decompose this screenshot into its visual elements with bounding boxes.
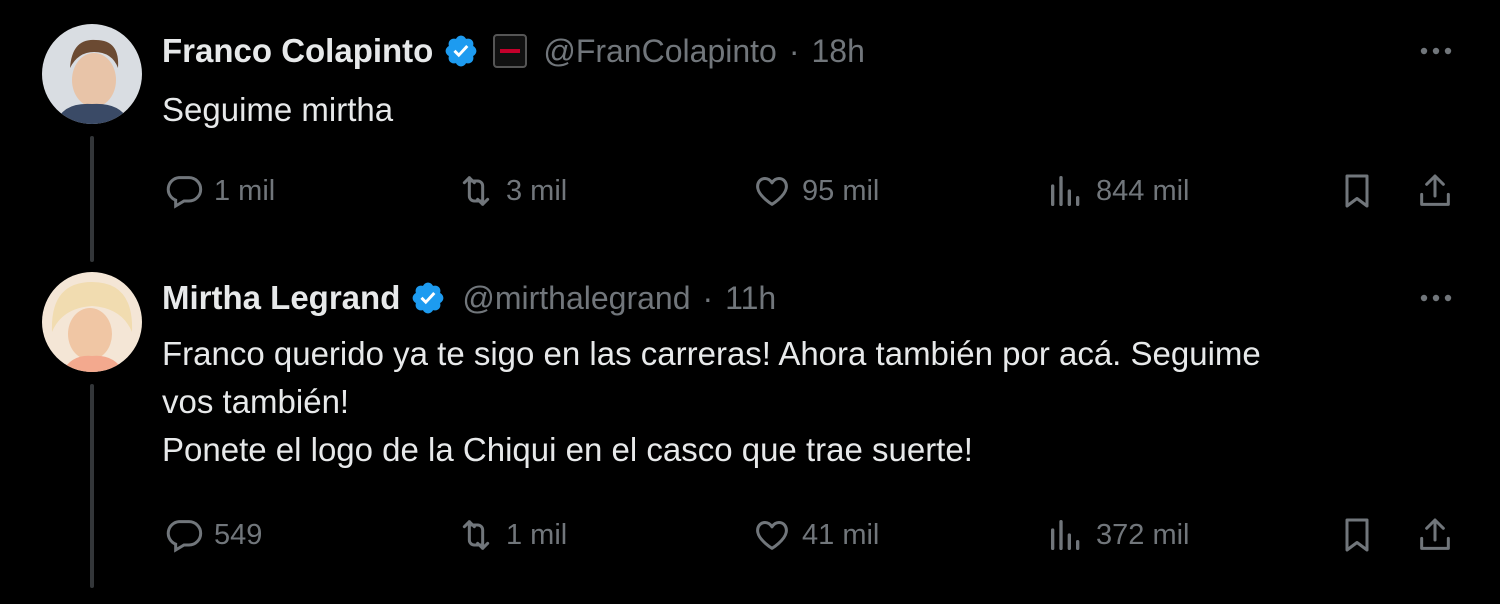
tweet-text-line: vos también! <box>162 383 350 420</box>
more-icon[interactable] <box>1413 275 1459 321</box>
verified-badge-icon <box>412 282 444 314</box>
timestamp[interactable]: 11h <box>725 280 776 317</box>
retweet-icon <box>462 176 490 206</box>
bookmark-icon <box>1345 174 1369 208</box>
share-icon <box>1420 518 1450 550</box>
verified-badge-icon <box>445 35 477 67</box>
separator-dot: · <box>702 279 714 316</box>
affiliate-badge-icon[interactable] <box>493 34 528 68</box>
views-button[interactable]: 372 mil <box>1046 510 1190 560</box>
author-handle[interactable]: @mirthalegrand <box>462 280 690 317</box>
like-button[interactable]: 95 mil <box>752 166 879 216</box>
retweet-count: 1 mil <box>506 518 568 551</box>
action-bar: 1 mil 3 mil 95 mil 844 mil <box>0 166 1500 216</box>
share-button[interactable] <box>1410 510 1460 560</box>
tweet-text-line: Seguime mirtha <box>162 91 394 128</box>
tweet-text: Seguime mirtha <box>162 86 1462 134</box>
retweet-button[interactable]: 1 mil <box>456 510 567 560</box>
views-count: 372 mil <box>1096 518 1190 551</box>
author-name[interactable]: Franco Colapinto <box>162 32 433 70</box>
retweet-button[interactable]: 3 mil <box>456 166 567 216</box>
tweet-mirtha[interactable]: Mirtha Legrand @mirthalegrand · 11h Fran… <box>0 262 1500 604</box>
views-button[interactable]: 844 mil <box>1046 166 1190 216</box>
views-icon <box>1051 176 1080 206</box>
more-icon[interactable] <box>1413 28 1459 74</box>
action-bar: 549 1 mil 41 mil 372 mil <box>0 510 1500 560</box>
timestamp[interactable]: 18h <box>811 33 864 70</box>
reply-button[interactable]: 1 mil <box>164 166 275 216</box>
reply-icon <box>166 520 203 553</box>
reply-button[interactable]: 549 <box>164 510 262 560</box>
tweet-header: Mirtha Legrand @mirthalegrand · 11h <box>162 273 776 323</box>
views-icon <box>1051 520 1080 550</box>
retweet-count: 3 mil <box>506 174 568 207</box>
bookmark-button[interactable] <box>1332 166 1382 216</box>
like-count: 41 mil <box>802 518 880 551</box>
views-count: 844 mil <box>1096 174 1190 207</box>
tweet-text-line: Ponete el logo de la Chiqui en el casco … <box>162 431 973 468</box>
reply-icon <box>166 176 203 209</box>
like-icon <box>756 521 788 550</box>
bookmark-icon <box>1345 518 1369 552</box>
avatar[interactable] <box>42 272 142 372</box>
tweet-text-line: Franco querido ya te sigo en las carrera… <box>162 335 1261 372</box>
share-button[interactable] <box>1410 166 1460 216</box>
reply-count: 549 <box>214 518 263 551</box>
separator-dot: · <box>788 32 800 69</box>
bookmark-button[interactable] <box>1332 510 1382 560</box>
author-name[interactable]: Mirtha Legrand <box>162 279 400 317</box>
reply-count: 1 mil <box>214 174 276 207</box>
like-count: 95 mil <box>802 174 880 207</box>
tweet-text: Franco querido ya te sigo en las carrera… <box>162 330 1462 474</box>
tweet-franco[interactable]: Franco Colapinto @FranColapinto · 18h Se… <box>0 0 1500 262</box>
avatar[interactable] <box>42 24 142 124</box>
like-icon <box>756 177 788 206</box>
share-icon <box>1420 174 1450 206</box>
like-button[interactable]: 41 mil <box>752 510 879 560</box>
author-handle[interactable]: @FranColapinto <box>543 33 776 70</box>
retweet-icon <box>462 520 490 550</box>
tweet-header: Franco Colapinto @FranColapinto · 18h <box>162 26 865 76</box>
